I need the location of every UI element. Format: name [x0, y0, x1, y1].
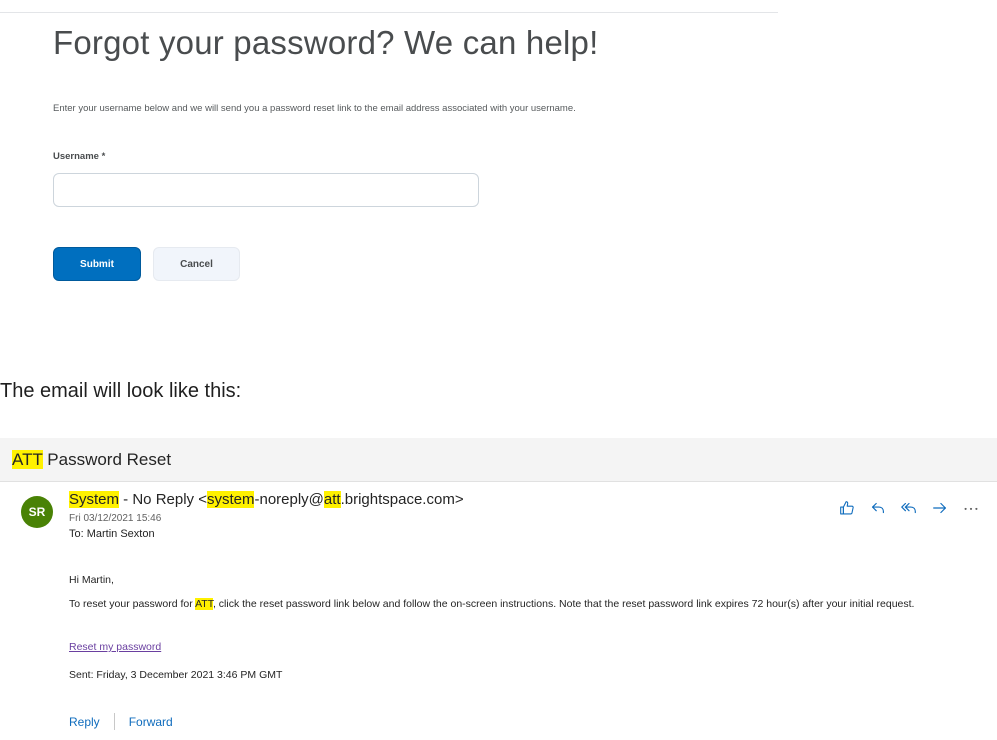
subject-text: Password Reset — [42, 450, 172, 469]
body-highlight: ATT — [195, 598, 213, 610]
cancel-button[interactable]: Cancel — [153, 247, 240, 281]
sender-local-rest: -noreply@ — [254, 491, 324, 508]
forward-icon[interactable] — [929, 497, 951, 519]
reset-password-link[interactable]: Reset my password — [69, 641, 161, 653]
sender-mid: - No Reply < — [119, 491, 207, 508]
submit-button[interactable]: Submit — [53, 247, 141, 281]
reply-divider — [113, 713, 115, 730]
email-body: To reset your password for ATT, click th… — [69, 598, 979, 610]
instructions-text: Enter your username below and we will se… — [53, 103, 576, 114]
email-subject: ATT Password Reset — [12, 450, 171, 470]
subject-highlight: ATT — [12, 450, 43, 469]
sender-domain: att — [323, 491, 341, 508]
body-before: To reset your password for — [69, 598, 196, 610]
more-icon[interactable] — [960, 497, 982, 519]
email-intro-text: The email will look like this: — [0, 380, 242, 402]
email-to: To: Martin Sexton — [69, 528, 155, 540]
top-divider — [0, 12, 778, 13]
username-input[interactable] — [53, 173, 479, 207]
sender-local: system — [206, 491, 255, 508]
sender-name: System — [69, 491, 120, 508]
username-label: Username * — [53, 151, 106, 162]
email-greeting: Hi Martin, — [69, 574, 114, 586]
reply-bar: Reply Forward — [69, 713, 173, 730]
like-icon[interactable] — [836, 497, 858, 519]
email-actions — [836, 497, 982, 519]
reply-button[interactable]: Reply — [69, 715, 100, 729]
body-after: , click the reset password link below an… — [212, 598, 915, 610]
email-date: Fri 03/12/2021 15:46 — [69, 513, 162, 524]
email-sent-line: Sent: Friday, 3 December 2021 3:46 PM GM… — [69, 669, 283, 681]
sender-domain-rest: .brightspace.com> — [340, 491, 464, 508]
page-title: Forgot your password? We can help! — [53, 24, 599, 61]
reply-icon[interactable] — [867, 497, 889, 519]
sender-line[interactable]: System - No Reply <system-noreply@att.br… — [69, 491, 464, 508]
reply-all-icon[interactable] — [898, 497, 920, 519]
avatar[interactable]: SR — [21, 496, 53, 528]
forward-button[interactable]: Forward — [129, 715, 173, 729]
